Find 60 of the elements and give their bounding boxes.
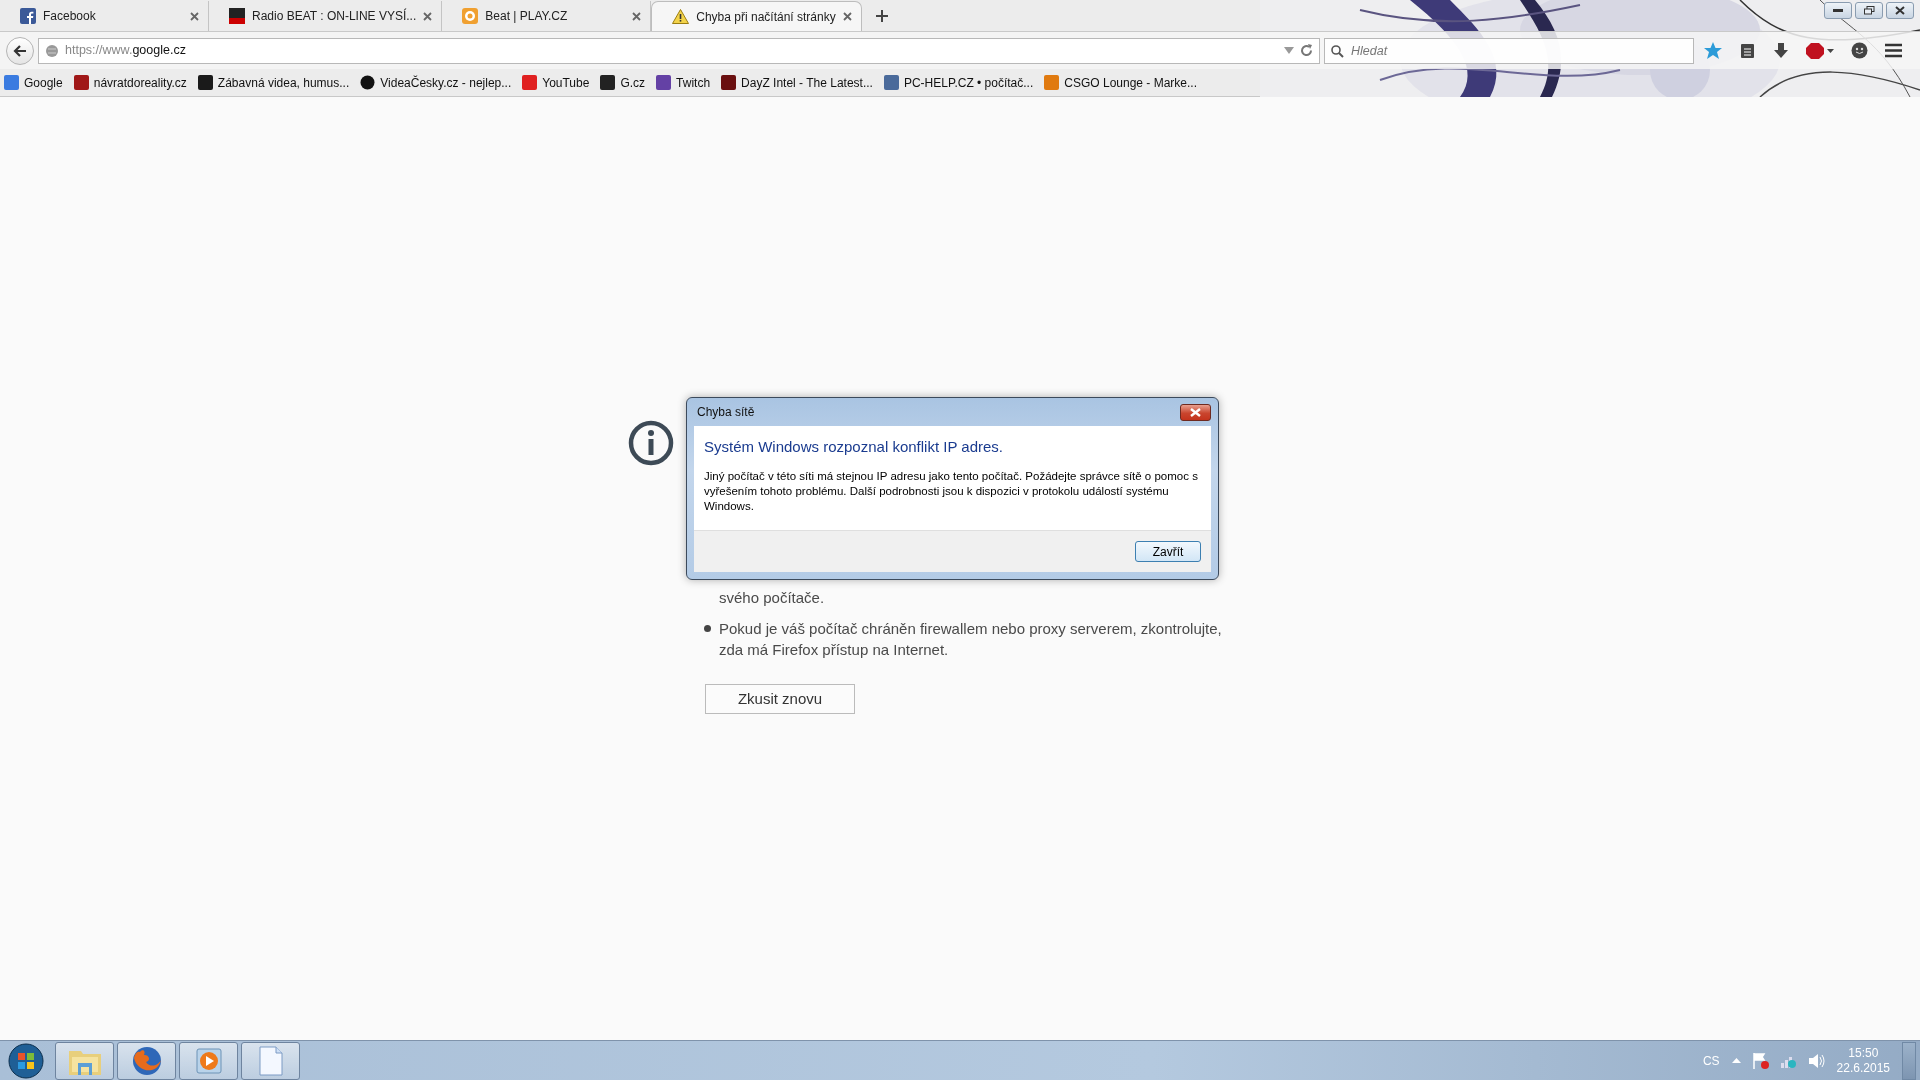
bookmark-link[interactable]: Twitch (656, 73, 711, 92)
site-favicon-icon (4, 75, 19, 90)
warning-icon (672, 9, 690, 24)
dropdown-arrow-icon[interactable] (1284, 47, 1294, 54)
bookmark-link[interactable]: návratdoreality.cz (73, 73, 187, 92)
site-favicon-icon (197, 75, 213, 90)
bookmark-link[interactable]: PC-HELP.CZ • počítač... (883, 73, 1034, 92)
minimize-icon (1833, 8, 1843, 13)
url-text: https://www.google.cz (65, 42, 187, 60)
bookmark-link[interactable]: G.cz (600, 73, 646, 92)
site-favicon-icon (522, 75, 538, 90)
reload-icon[interactable] (1300, 44, 1313, 57)
dialog-title: Chyba sítě (697, 404, 755, 421)
bookmark-link[interactable]: Google (4, 73, 63, 92)
close-icon (1190, 407, 1201, 417)
list-item-text: svého počítače. (719, 588, 825, 608)
restore-icon (1863, 6, 1875, 15)
info-icon (628, 420, 674, 466)
dialog-message: Jiný počítač v této síti má stejnou IP adresu jako tento počítač. Požádejte správce sítě o pomoc s vyřešením tohoto problému. Další podrobnosti jsou k dispozici v protokolu událostí systému Windows. (703, 468, 1199, 514)
site-favicon-icon (73, 75, 89, 90)
site-favicon-icon (721, 75, 737, 90)
close-button[interactable] (1886, 2, 1914, 19)
restore-button[interactable] (1855, 2, 1883, 19)
close-icon (1895, 6, 1905, 15)
retry-button[interactable]: Zkusit znovu (705, 684, 855, 714)
globe-icon (45, 43, 59, 58)
bookmark-link[interactable]: Zábavná videa, humus... (197, 73, 350, 92)
plus-icon[interactable] (875, 10, 888, 22)
site-favicon-icon (600, 75, 616, 90)
close-icon[interactable] (423, 11, 433, 21)
list-item-text: Pokud je váš počítač chráněn firewallem nebo proxy serverem, zkontrolujte, zda má Firefox přístup na Internet. (719, 619, 1223, 660)
address-field[interactable]: https://www.google.cz (38, 37, 1320, 64)
browser-tab[interactable]: Chyba při načítání stránky (651, 1, 862, 31)
bookmark-link[interactable]: CSGO Lounge - Marke... (1044, 73, 1197, 92)
site-favicon-icon (656, 75, 672, 90)
close-button[interactable] (1180, 403, 1211, 421)
speaker-logo-icon (462, 8, 479, 24)
close-icon[interactable] (842, 12, 852, 21)
site-favicon-icon (1044, 75, 1060, 90)
facebook-logo-icon (20, 8, 36, 24)
bookmark-link[interactable]: VideaČesky.cz - nejlep... (360, 73, 512, 92)
close-dialog-button[interactable]: Zavřít (1135, 541, 1201, 562)
dialog-heading: Systém Windows rozpoznal konflikt IP adres. (703, 437, 1004, 457)
radio-logo-icon (229, 8, 245, 24)
close-icon[interactable] (632, 11, 642, 21)
media-player-icon[interactable] (179, 1041, 238, 1080)
left-arrow-icon (13, 44, 27, 57)
site-favicon-icon (883, 75, 899, 90)
bookmark-link[interactable]: YouTube (522, 73, 590, 92)
back-button[interactable] (6, 36, 34, 65)
site-favicon-icon (360, 75, 376, 90)
minimize-button[interactable] (1824, 2, 1852, 19)
bullet-icon (704, 625, 711, 632)
flag-icon[interactable] (1752, 1052, 1769, 1069)
close-icon[interactable] (190, 11, 199, 21)
bookmark-link[interactable]: DayZ Intel - The Latest... (721, 73, 873, 92)
fox-globe-icon[interactable] (117, 1041, 176, 1080)
search-field[interactable]: Hledat (1324, 37, 1694, 64)
folder-icon[interactable] (55, 1041, 114, 1080)
document-icon[interactable] (241, 1041, 300, 1080)
